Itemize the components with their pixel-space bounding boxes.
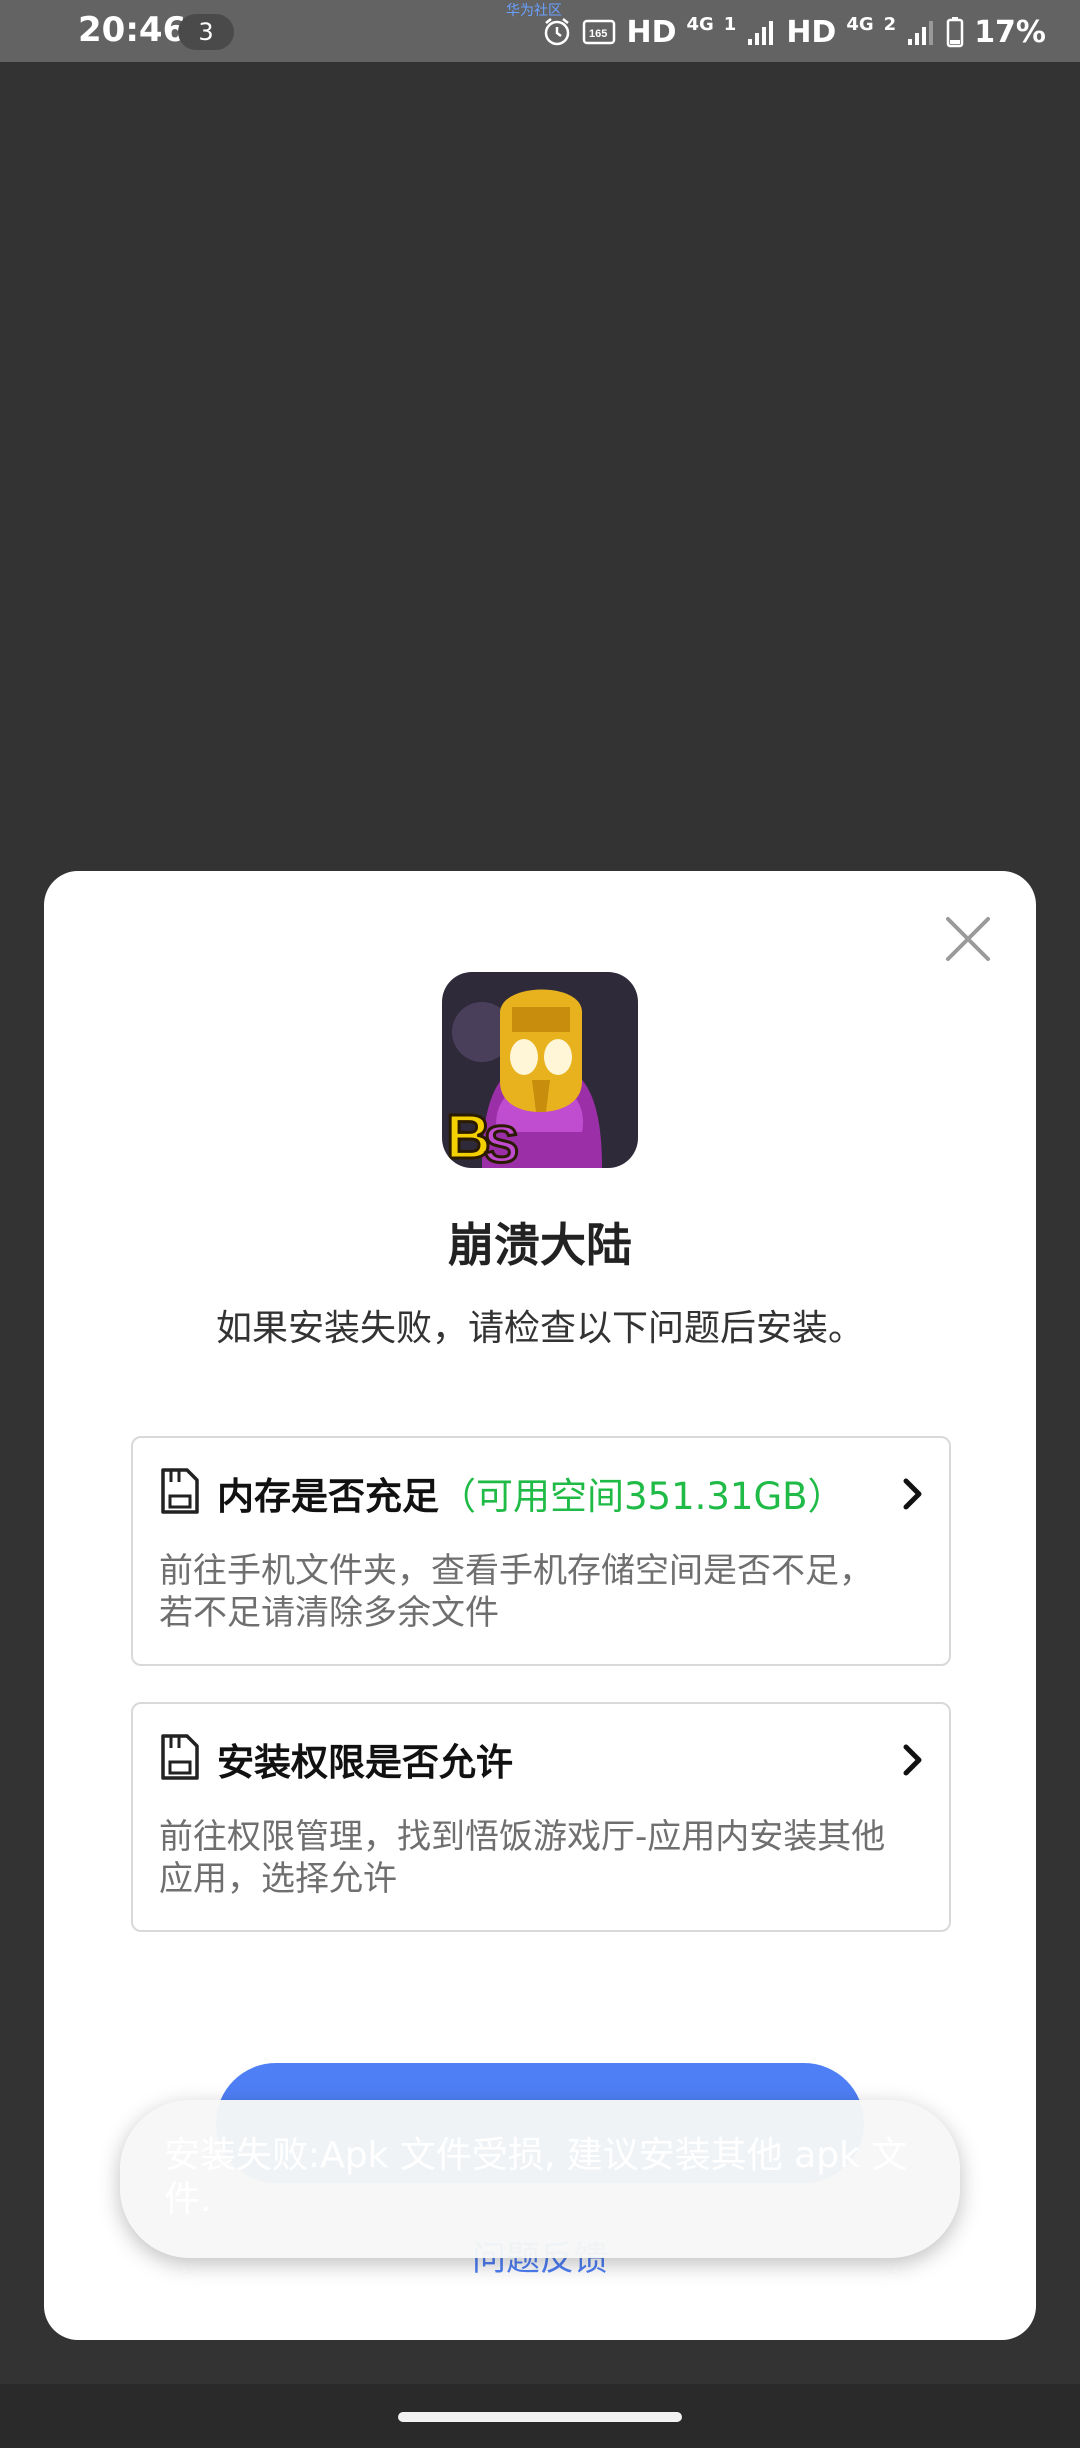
home-indicator[interactable]: [398, 2412, 682, 2422]
svg-text:165: 165: [589, 28, 607, 40]
sd-card-icon: [161, 1468, 199, 1514]
storage-card-title: 内存是否充足（可用空间351.31GB）: [217, 1466, 845, 1520]
chevron-right-icon: [903, 1744, 922, 1776]
status-icons: 165 HD 4G 1 HD 4G 2 17%: [542, 10, 1046, 54]
error-toast: 安装失败:Apk 文件受损, 建议安装其他 apk 文件.: [120, 2100, 960, 2258]
status-bar: 20:46 3 华为社区 165 HD 4G 1 HD 4G 2 17%: [0, 0, 1080, 62]
storage-card-description: 前往手机文件夹，查看手机存储空间是否不足，若不足请清除多余文件: [159, 1551, 873, 1633]
permission-card-title: 安装权限是否允许: [217, 1741, 513, 1784]
sd-card-icon: [161, 1734, 199, 1780]
battery-icon: [946, 17, 964, 48]
hd-label-1: HD: [626, 14, 677, 50]
storage-check-card[interactable]: 内存是否充足（可用空间351.31GB） 前往手机文件夹，查看手机存储空间是否不…: [131, 1436, 951, 1666]
dialog-subtitle: 如果安装失败，请检查以下问题后安装。: [215, 1308, 864, 1349]
network-type-1: 4G: [686, 13, 714, 35]
close-icon[interactable]: [940, 911, 996, 967]
permission-card-description: 前往权限管理，找到悟饭游戏厅-应用内安装其他应用，选择允许: [159, 1817, 886, 1899]
hd-label-2: HD: [786, 14, 837, 50]
signal-icon-1: [748, 21, 774, 45]
signal-icon-2: [908, 21, 934, 45]
status-time: 20:46: [78, 10, 187, 50]
notification-count-badge: 3: [178, 14, 234, 50]
available-space-text: （可用空间351.31GB）: [439, 1475, 845, 1518]
battery-percent: 17%: [974, 14, 1046, 50]
sim-2-label: 2: [883, 13, 897, 35]
toast-message: 安装失败:Apk 文件受损, 建议安装其他 apk 文件.: [164, 2135, 908, 2220]
storage-title-text: 内存是否充足: [217, 1475, 439, 1518]
alarm-icon: [545, 18, 570, 46]
app-title: 崩溃大陆: [448, 1218, 632, 1272]
network-type-2: 4G: [846, 13, 874, 35]
sim-1-label: 1: [723, 13, 737, 35]
refresh-rate-icon: 165: [583, 19, 616, 45]
chevron-right-icon: [903, 1478, 922, 1510]
svg-text:S: S: [484, 1116, 519, 1168]
app-icon: B S: [442, 972, 638, 1168]
install-permission-card[interactable]: 安装权限是否允许 前往权限管理，找到悟饭游戏厅-应用内安装其他应用，选择允许: [131, 1702, 951, 1932]
